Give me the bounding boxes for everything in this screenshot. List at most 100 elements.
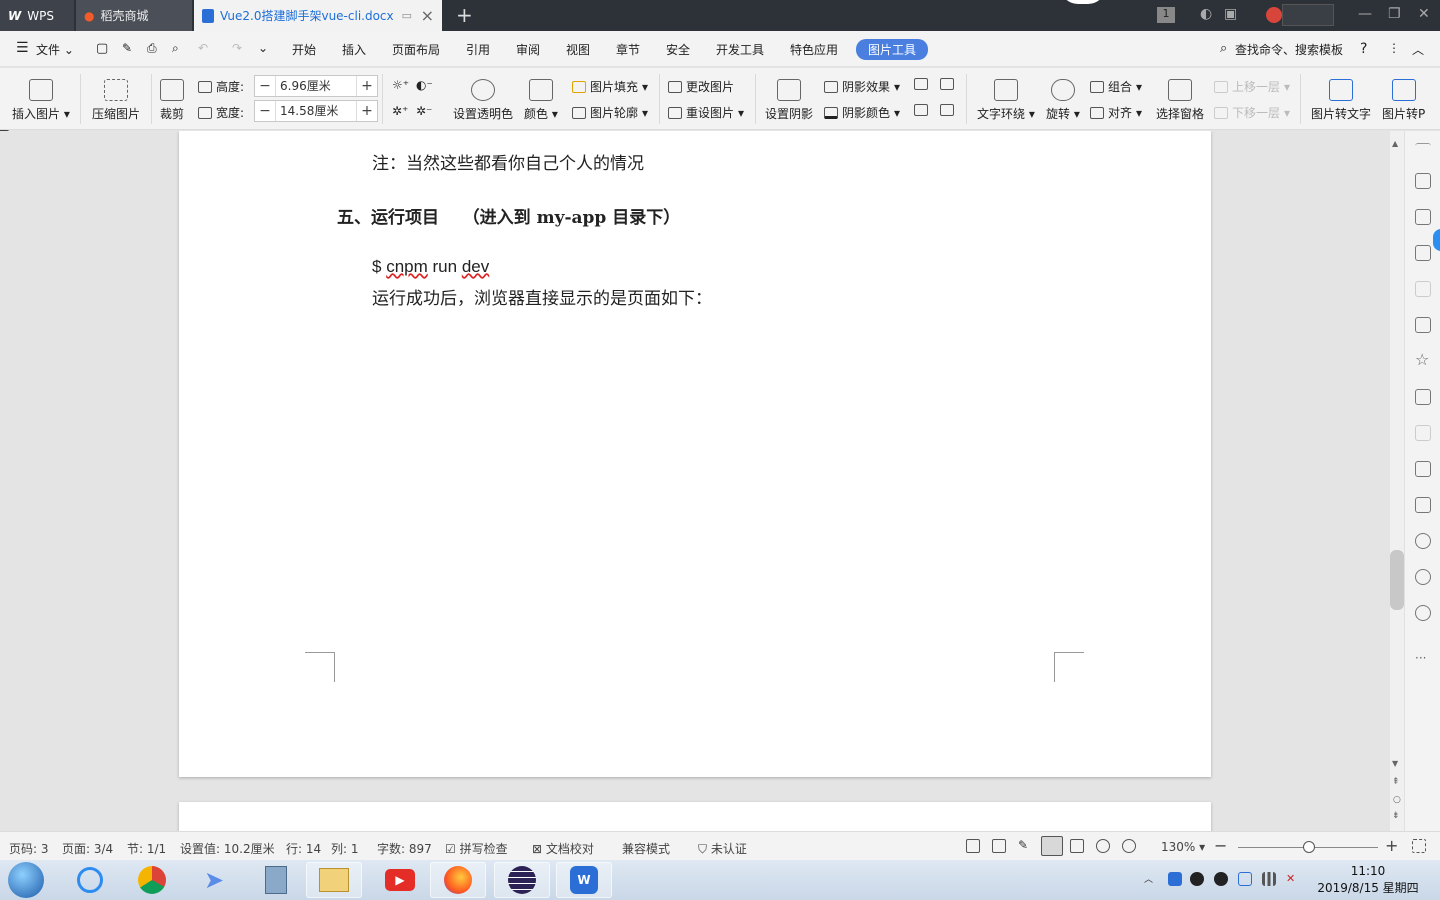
width-increase-button[interactable]: +	[357, 103, 377, 119]
text-wrap-button[interactable]: 文字环绕 ▾	[977, 79, 1035, 122]
zoom-level[interactable]: 130% ▾	[1161, 840, 1205, 854]
side-tab-icon[interactable]	[1433, 229, 1440, 251]
tab-wps[interactable]: W WPS	[0, 0, 74, 31]
certification-status[interactable]: ⛉ 未认证	[698, 840, 747, 857]
zoom-slider-handle[interactable]	[1303, 841, 1315, 853]
minimize-icon[interactable]: —	[1358, 6, 1372, 22]
height-decrease-button[interactable]: −	[255, 78, 275, 94]
crop-button[interactable]: 裁剪	[160, 79, 184, 122]
archive-icon[interactable]	[1415, 461, 1431, 477]
dropbox-tray-icon[interactable]	[1168, 872, 1182, 886]
align-button[interactable]: 对齐 ▾	[1090, 104, 1142, 121]
send-backward-button[interactable]: 下移一层 ▾	[1214, 104, 1290, 121]
network-icon[interactable]	[1262, 872, 1276, 886]
change-picture-button[interactable]: 更改图片	[668, 78, 734, 95]
close-window-icon[interactable]: ✕	[1418, 6, 1430, 22]
picture-to-pdf-button[interactable]: 图片转P	[1382, 79, 1425, 122]
menu-view[interactable]: 视图	[566, 41, 590, 58]
show-hidden-icons[interactable]: ︿	[1144, 872, 1158, 886]
image-icon[interactable]	[1415, 497, 1431, 513]
search-command[interactable]: 查找命令、搜索模板	[1235, 41, 1343, 58]
menu-features[interactable]: 特色应用	[790, 41, 838, 58]
user-avatar-icon[interactable]	[1266, 7, 1282, 23]
spell-check-button[interactable]: ☑ 拼写检查	[445, 840, 508, 857]
page-view-icon[interactable]	[1041, 836, 1063, 856]
clock[interactable]: 11:10 2019/8/15 星期四	[1316, 863, 1420, 897]
shadow-down-icon[interactable]	[940, 78, 954, 90]
write-mode-icon[interactable]: ✎	[1018, 839, 1032, 853]
taskbar-feishu[interactable]: ➤	[186, 862, 242, 898]
taskbar-wps[interactable]: W	[556, 862, 612, 898]
star-icon[interactable]: ☆	[1415, 352, 1431, 369]
share-out-icon[interactable]	[1415, 389, 1431, 405]
keyboard-icon[interactable]	[1282, 4, 1334, 26]
menu-security[interactable]: 安全	[666, 41, 690, 58]
outline-view-icon[interactable]	[1070, 839, 1084, 853]
selection-pane-button[interactable]: 选择窗格	[1156, 79, 1204, 122]
reduce-contrast-icon[interactable]: ◐⁻	[416, 78, 433, 92]
print-icon[interactable]: ⎙	[147, 41, 157, 56]
help-circle-icon[interactable]	[1415, 605, 1431, 621]
save-icon[interactable]: ▢	[96, 41, 108, 56]
volume-muted-icon[interactable]: ✕	[1286, 872, 1300, 886]
set-shadow-button[interactable]: 设置阴影	[765, 79, 813, 122]
compress-picture-button[interactable]: 压缩图片	[92, 79, 140, 122]
taskbar-baidu-netdisk[interactable]	[62, 862, 118, 898]
height-value[interactable]: 6.96厘米	[275, 76, 357, 96]
status-page[interactable]: 页面: 3/4	[62, 840, 113, 857]
restore-icon[interactable]: ❐	[1388, 6, 1401, 22]
color-button[interactable]: 颜色 ▾	[524, 79, 558, 122]
scrollbar-thumb[interactable]	[1390, 550, 1404, 610]
search-icon[interactable]: ⌕	[1220, 41, 1227, 56]
rotate-button[interactable]: 旋转 ▾	[1046, 79, 1080, 122]
new-tab-icon[interactable]: +	[456, 3, 473, 27]
height-stepper[interactable]: −6.96厘米 +	[254, 75, 378, 97]
add-brightness-icon[interactable]: ✲⁺	[392, 104, 408, 118]
group-button[interactable]: 组合 ▾	[1090, 78, 1142, 95]
print-preview-icon[interactable]: ⌕	[172, 41, 179, 56]
zoom-out-icon[interactable]: −	[1214, 836, 1227, 855]
taskbar-explorer[interactable]	[306, 862, 362, 898]
redo-icon[interactable]: ↷	[232, 41, 242, 55]
more-quick-icon[interactable]: ⌄	[258, 41, 268, 55]
more-icon[interactable]: ⋮	[1388, 41, 1400, 55]
menu-developer[interactable]: 开发工具	[716, 41, 764, 58]
doc-proof-button[interactable]: ⊠ 文档校对	[532, 840, 594, 857]
shadow-effect-button[interactable]: 阴影效果 ▾	[824, 78, 900, 95]
picture-fill-button[interactable]: 图片填充 ▾	[572, 78, 648, 95]
add-contrast-icon[interactable]: ☼⁺	[392, 78, 409, 92]
web-view-icon[interactable]	[1096, 839, 1110, 853]
set-transparent-button[interactable]: 设置透明色	[453, 79, 513, 122]
scroll-up-icon[interactable]: ▲	[1392, 139, 1398, 148]
share-icon[interactable]: ▣	[1224, 6, 1237, 22]
avatar[interactable]	[1060, 0, 1106, 4]
picture-library-icon[interactable]	[1415, 317, 1431, 333]
close-tab-icon[interactable]: ×	[421, 6, 434, 25]
history-icon[interactable]	[1415, 569, 1431, 585]
undo-icon[interactable]: ↶	[198, 41, 208, 55]
fit-page-icon[interactable]	[1412, 839, 1426, 853]
vertical-scrollbar[interactable]: ▲ ▼ ⇞ ○ ⇟	[1390, 131, 1404, 831]
eye-protect-icon[interactable]	[1122, 839, 1136, 853]
skin-icon[interactable]: ◐	[1200, 6, 1212, 22]
menu-page-layout[interactable]: 页面布局	[392, 41, 440, 58]
settings-icon[interactable]	[1415, 281, 1431, 297]
edit-icon[interactable]	[1415, 173, 1431, 189]
status-section[interactable]: 节: 1/1	[127, 840, 166, 857]
width-decrease-button[interactable]: −	[255, 103, 275, 119]
status-page-code[interactable]: 页码: 3	[9, 840, 49, 857]
tab-document[interactable]: Vue2.0搭建脚手架vue-cli.docx ▭ ×	[194, 0, 442, 31]
status-row[interactable]: 行: 14	[286, 840, 321, 857]
shadow-left-icon[interactable]	[914, 104, 928, 116]
more-options-icon[interactable]: ···	[1415, 652, 1431, 669]
prev-page-icon[interactable]: ⇞	[1392, 777, 1400, 787]
qq-tray-icon[interactable]	[1190, 872, 1204, 886]
read-mode-icon[interactable]	[992, 839, 1006, 853]
backup-icon[interactable]	[1415, 533, 1431, 549]
width-value[interactable]: 14.58厘米	[275, 101, 357, 121]
menu-picture-tools[interactable]: 图片工具	[856, 39, 929, 60]
taskbar-eclipse[interactable]	[494, 862, 550, 898]
status-setting[interactable]: 设置值: 10.2厘米	[180, 840, 275, 857]
security-tray-icon[interactable]	[1238, 872, 1252, 886]
picture-to-text-button[interactable]: 图片转文字	[1311, 79, 1371, 122]
